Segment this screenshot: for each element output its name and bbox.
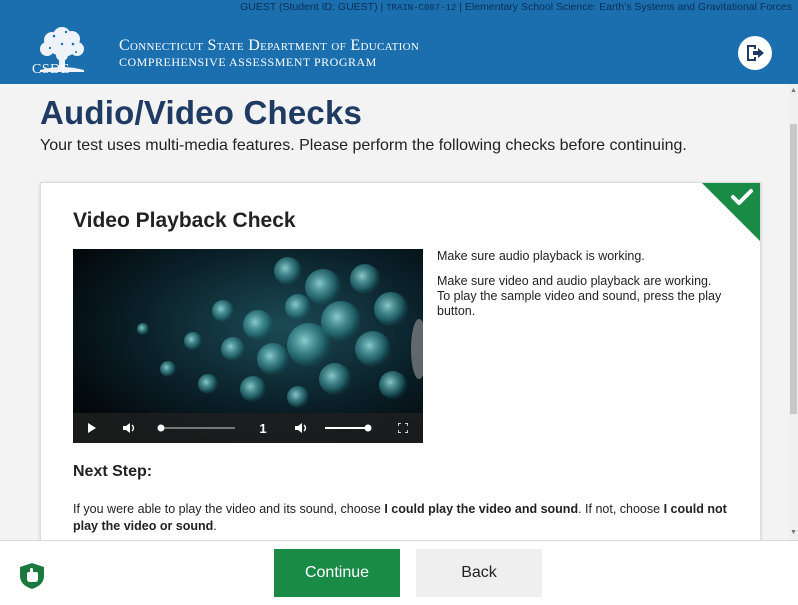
volume-track [325, 424, 372, 432]
next-text-part: If you were able to play the video and i… [73, 502, 385, 516]
seek-track [157, 424, 235, 432]
org-subtitle: COMPREHENSIVE ASSESSMENT PROGRAM [119, 55, 377, 69]
play-icon [88, 423, 96, 433]
scroll-up-arrow[interactable]: ▲ [789, 86, 798, 96]
org-name: Connecticut State Department of Educatio… [119, 37, 420, 54]
scroll-thumb[interactable] [790, 124, 797, 414]
seek-slider[interactable] [157, 413, 237, 443]
sample-video-player[interactable]: 1 [73, 249, 423, 443]
next-step-text: If you were able to play the video and i… [73, 501, 733, 535]
mute-button[interactable] [117, 413, 141, 443]
session-info: GUEST (Student ID: GUEST) | TRAIN-C087-1… [0, 1, 792, 13]
play-button[interactable] [79, 413, 105, 443]
continue-button[interactable]: Continue [274, 549, 400, 597]
app-header: GUEST (Student ID: GUEST) | TRAIN-C087-1… [0, 0, 798, 84]
video-playback-card: Video Playback Check 1 Make sure audio p… [40, 182, 761, 540]
card-title: Video Playback Check [73, 209, 296, 232]
fullscreen-button[interactable] [391, 413, 415, 443]
next-text-part: . If not, choose [578, 502, 664, 516]
session-prefix: GUEST (Student ID: GUEST) | [240, 1, 384, 13]
footer-bar: Continue Back [0, 540, 798, 605]
main-content: Audio/Video Checks Your test uses multi-… [0, 84, 798, 540]
volume-slider[interactable] [323, 413, 373, 443]
logo-text: CSDE [32, 62, 70, 77]
page-subtitle: Your test uses multi-media features. Ple… [40, 137, 687, 154]
session-code: TRAIN-C087-12 [386, 3, 457, 13]
back-button[interactable]: Back [416, 549, 542, 597]
volume-icon [123, 423, 135, 433]
playback-rate[interactable]: 1 [253, 413, 273, 443]
option-could-play: I could play the video and sound [384, 502, 579, 516]
exit-arrow-icon [747, 45, 764, 61]
check-instructions: Make sure audio playback is working. Mak… [437, 249, 727, 329]
session-suffix: | Elementary School Science: Earth's Sys… [459, 1, 792, 13]
instruction-audio: Make sure audio playback is working. [437, 249, 645, 263]
fullscreen-icon [398, 423, 408, 433]
video-controls: 1 [73, 413, 423, 443]
csde-logo: CSDE [32, 22, 108, 80]
page-title: Audio/Video Checks [40, 94, 363, 131]
help-button[interactable] [18, 562, 46, 590]
check-complete-icon [702, 183, 760, 241]
main-scrollbar[interactable]: ▲ ▼ [789, 84, 798, 540]
volume-icon [295, 423, 307, 433]
help-hand-icon [20, 563, 44, 589]
next-step-heading: Next Step: [73, 463, 153, 480]
exit-button[interactable] [738, 36, 772, 70]
instruction-video: Make sure video and audio playback are w… [437, 274, 722, 318]
next-text-part: . [213, 519, 217, 533]
volume-button[interactable] [289, 413, 313, 443]
scroll-down-arrow[interactable]: ▼ [789, 528, 798, 538]
